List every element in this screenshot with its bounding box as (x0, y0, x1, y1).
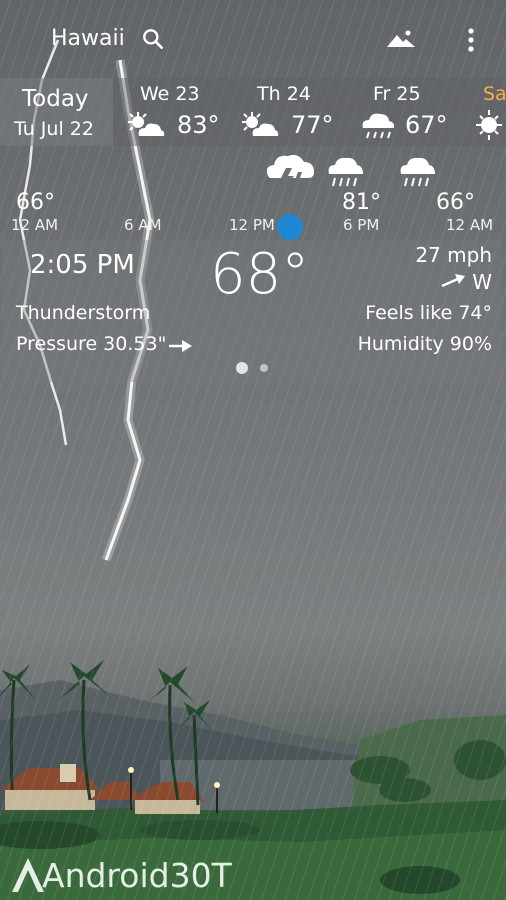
day-name: Th 24 (257, 83, 311, 105)
search-icon[interactable] (140, 26, 166, 52)
day-temp: 77° (291, 111, 334, 139)
partly-sunny-icon (128, 112, 165, 136)
day-temp: 83° (177, 111, 220, 139)
day-name: We 23 (140, 83, 200, 105)
day-card-fr-25[interactable]: Fr 25 67° (353, 78, 473, 146)
page-dot[interactable] (260, 364, 268, 372)
hourly-forecast[interactable]: 66° 81° 66° 12 AM 6 AM 12 PM 6 PM 12 AM (0, 148, 506, 240)
current-time: 2:05 PM (30, 250, 135, 280)
rain-icon (400, 157, 435, 187)
hour-label: 6 PM (343, 216, 380, 234)
today-date: Tu Jul 22 (14, 118, 94, 140)
android30t-logo-icon (12, 858, 44, 892)
rain-icon (328, 157, 363, 187)
city-name[interactable]: Hawaii (51, 26, 125, 51)
today-label: Today (22, 86, 89, 112)
landscape-icon[interactable] (386, 27, 416, 51)
hour-label: 6 AM (124, 216, 162, 234)
current-conditions-card[interactable]: 2:05 PM 68° 27 mph W Thunderstorm Feels … (2, 240, 502, 382)
top-bar: Hawaii (0, 0, 506, 80)
page-dot-active[interactable] (236, 362, 248, 374)
day-card-th-24[interactable]: Th 24 77° (233, 78, 353, 146)
current-time-marker[interactable] (277, 214, 303, 240)
hourly-temp: 66° (436, 190, 475, 215)
today-card[interactable]: Today Tu Jul 22 (0, 78, 113, 146)
watermark-text: Android30T (42, 856, 232, 895)
hour-label: 12 PM (229, 216, 275, 234)
wind-direction: W (472, 270, 492, 294)
day-name: Fr 25 (373, 83, 421, 105)
day-name: Sa (483, 83, 506, 105)
page-indicator[interactable] (236, 362, 276, 376)
day-card-sa[interactable]: Sa (475, 78, 506, 146)
day-card-we-23[interactable]: We 23 83° (113, 78, 233, 146)
hourly-temp: 66° (16, 190, 55, 215)
hour-label: 12 AM (446, 216, 494, 234)
partly-sunny-icon (242, 112, 279, 136)
humidity: Humidity 90% (357, 333, 492, 355)
pressure-trend-arrow-icon (169, 340, 192, 352)
hourly-temp: 81° (342, 190, 381, 215)
wind-direction-arrow-icon (441, 274, 465, 288)
thunderstorm-icon (266, 154, 314, 190)
current-temperature: 68° (210, 242, 310, 307)
sun-icon (476, 110, 502, 140)
day-cards: We 23 83° Th 24 77° Fr 25 67° Sa (113, 78, 506, 146)
day-temp: 67° (405, 111, 448, 139)
daily-forecast-strip: Today Tu Jul 22 We 23 83° Th 24 77° Fr 2… (0, 78, 506, 146)
hour-label: 12 AM (11, 216, 59, 234)
rain-icon (362, 113, 395, 139)
pressure: Pressure 30.53" (16, 333, 167, 355)
wind-speed: 27 mph (415, 243, 492, 267)
weather-condition: Thunderstorm (16, 302, 151, 324)
more-vert-icon[interactable] (460, 26, 482, 54)
feels-like: Feels like 74° (365, 302, 492, 324)
